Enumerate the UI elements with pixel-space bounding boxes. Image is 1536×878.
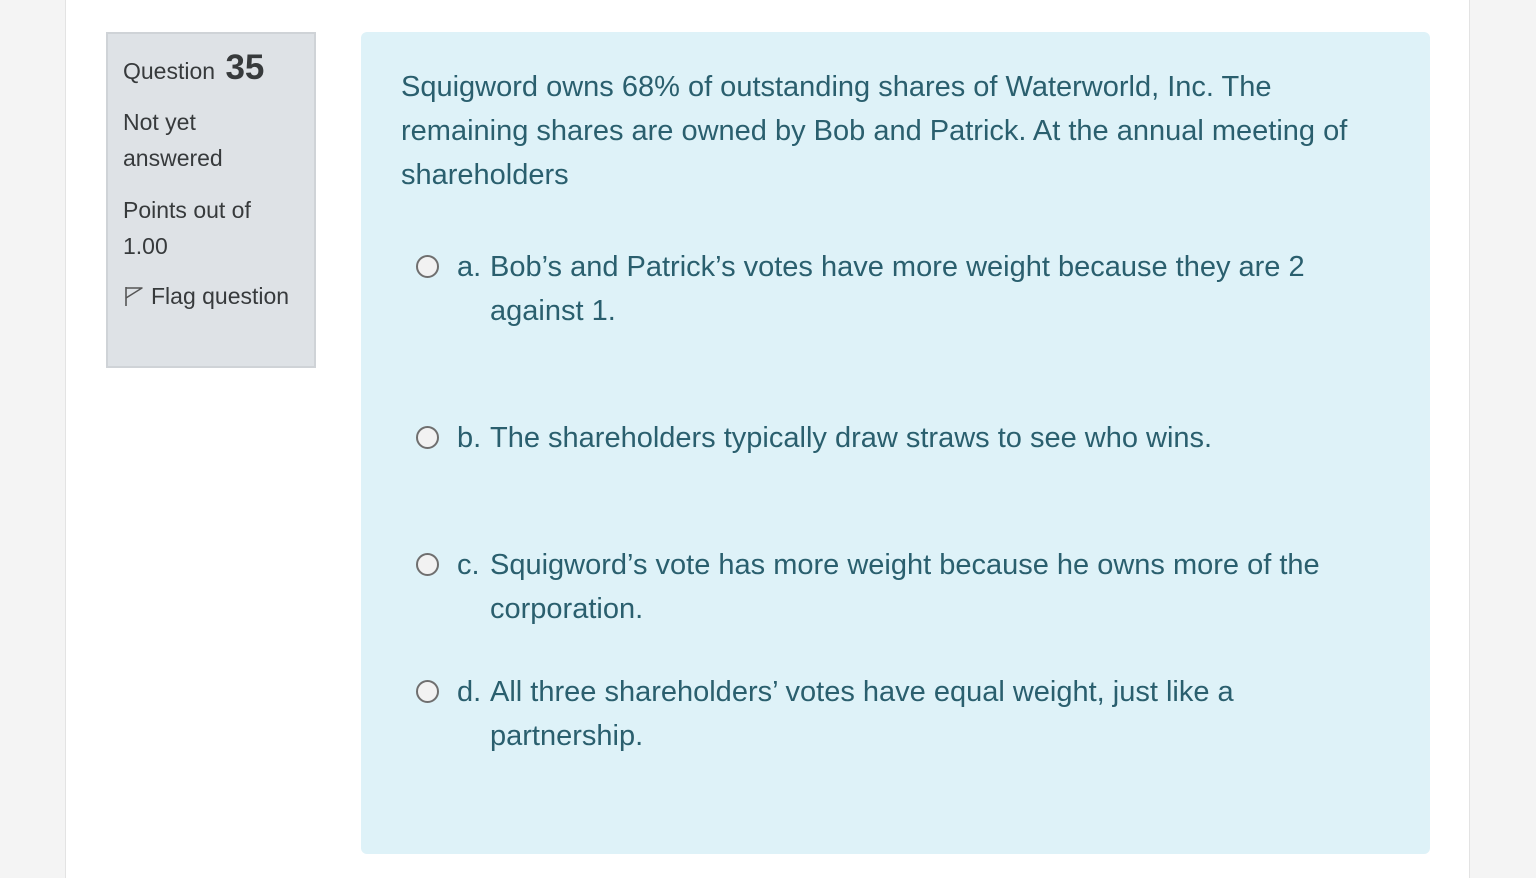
answer-label[interactable]: Bob’s and Patrick’s votes have more weig… xyxy=(490,245,1390,333)
question-label: Question xyxy=(123,58,216,84)
answer-label[interactable]: Squigword’s vote has more weight because… xyxy=(490,543,1390,631)
radio-button-b[interactable] xyxy=(416,426,439,449)
flag-question-label: Flag question xyxy=(151,283,290,309)
question-state: Not yet answered xyxy=(123,109,223,171)
radio-button-c[interactable] xyxy=(416,553,439,576)
radio-button-d[interactable] xyxy=(416,680,439,703)
answer-letter: c. xyxy=(457,549,480,581)
question-number: Question 35 xyxy=(123,46,299,90)
question-info-panel: Question 35 Not yet answered Points out … xyxy=(106,32,316,368)
answer-option-a[interactable]: a. Bob’s and Patrick’s votes have more w… xyxy=(416,245,1390,333)
answer-option-d[interactable]: d. All three shareholders’ votes have eq… xyxy=(416,670,1390,758)
question-grade: Points out of 1.00 xyxy=(123,197,251,259)
answer-option-b[interactable]: b. The shareholders typically draw straw… xyxy=(416,416,1390,460)
question-text: Squigword owns 68% of outstanding shares… xyxy=(401,71,1348,191)
answer-option-c[interactable]: c. Squigword’s vote has more weight beca… xyxy=(416,543,1390,631)
question-content: Squigword owns 68% of outstanding shares… xyxy=(361,32,1430,854)
answer-letter: a. xyxy=(457,251,482,283)
answer-label[interactable]: The shareholders typically draw straws t… xyxy=(490,416,1390,460)
flag-outline-icon xyxy=(125,287,143,306)
answer-letter: b. xyxy=(457,422,482,454)
answer-letter: d. xyxy=(457,676,482,708)
answer-label[interactable]: All three shareholders’ votes have equal… xyxy=(490,670,1390,758)
radio-button-a[interactable] xyxy=(416,255,439,278)
question-number-value: 35 xyxy=(225,48,265,87)
answer-list: a. Bob’s and Patrick’s votes have more w… xyxy=(401,245,1390,758)
flag-question-button[interactable]: Flag question xyxy=(123,278,299,314)
